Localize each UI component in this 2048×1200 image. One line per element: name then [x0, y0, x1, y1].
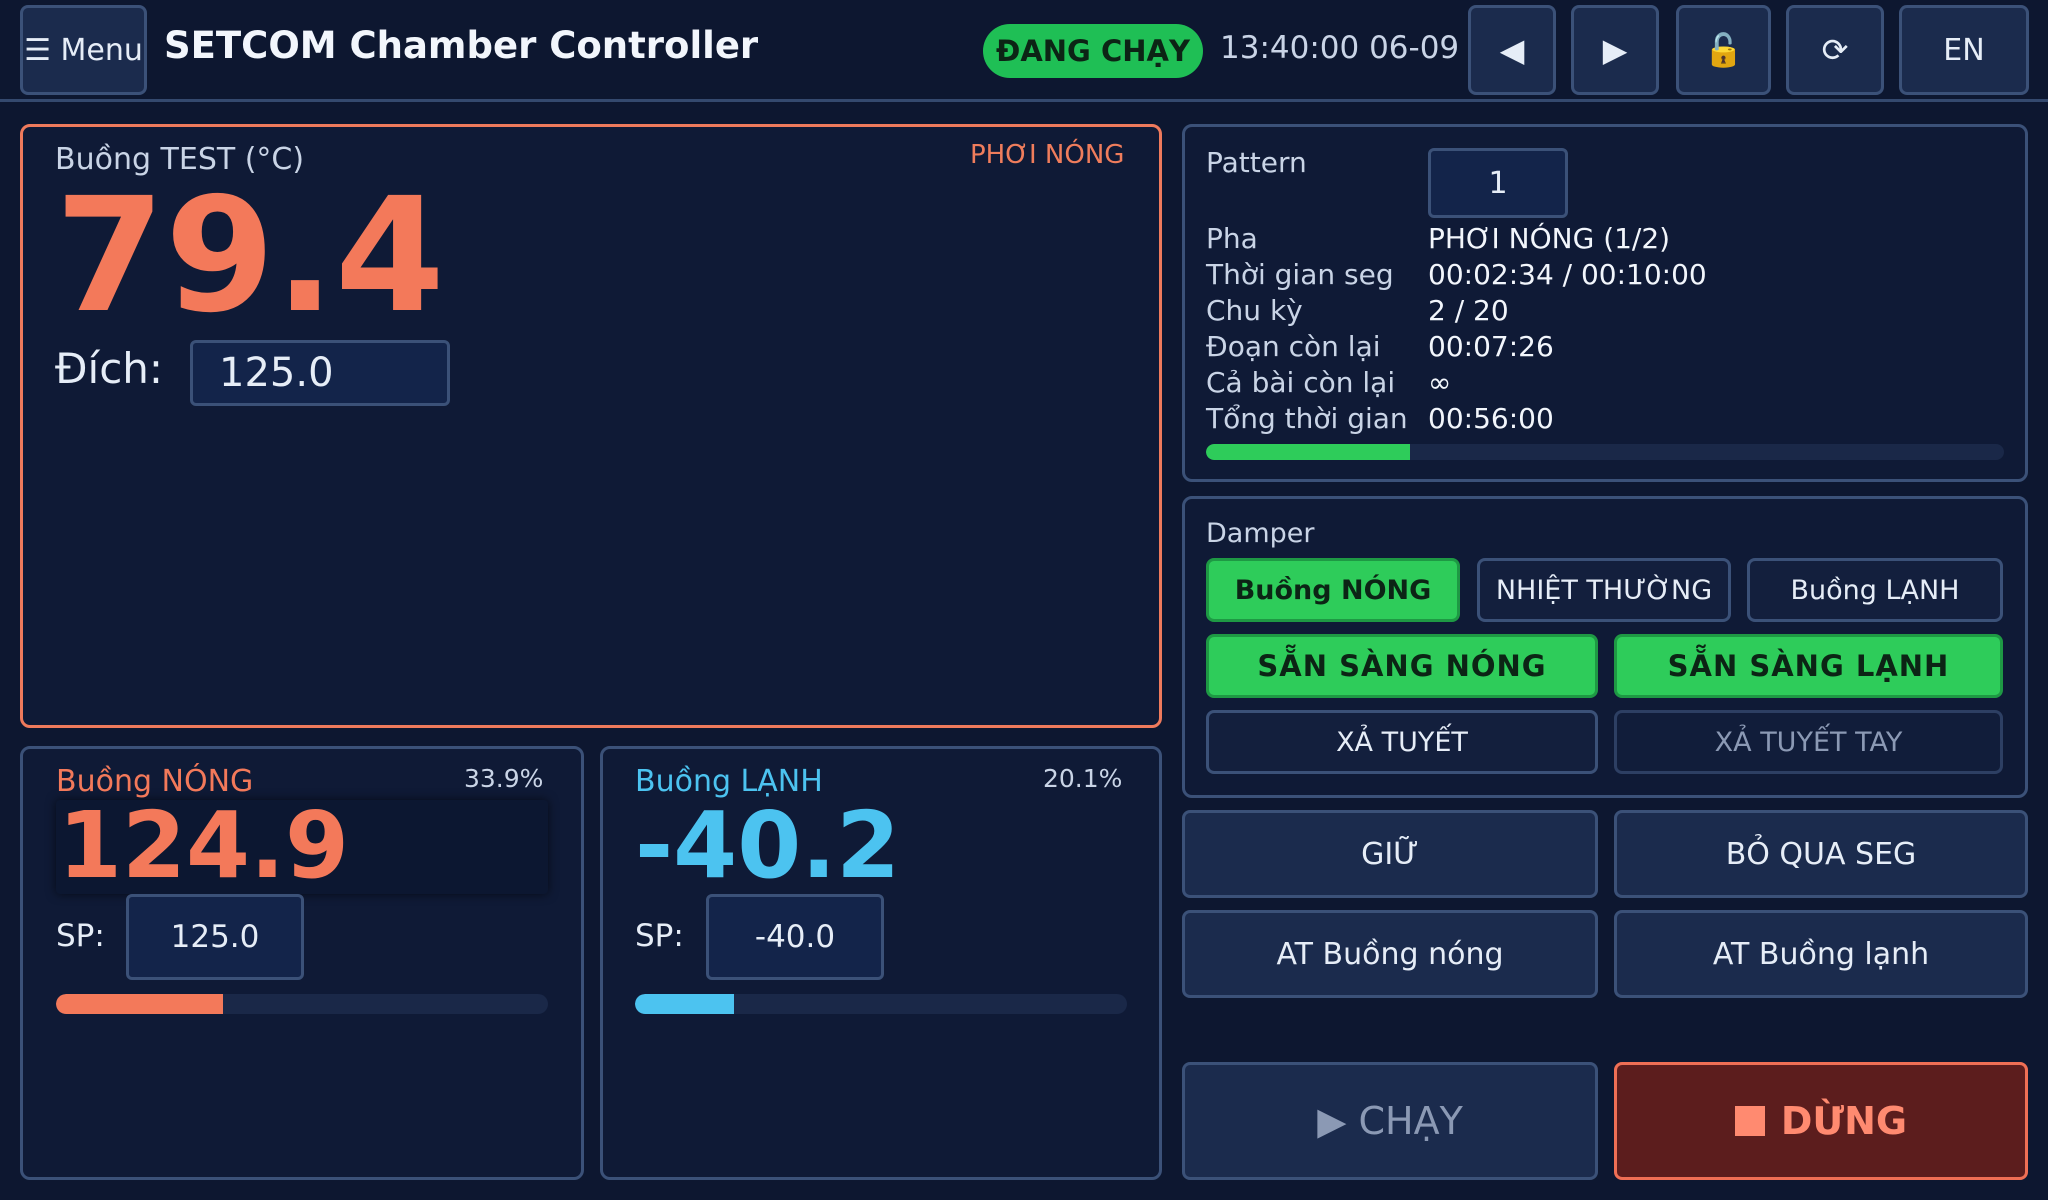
pattern-label: Pattern [1206, 146, 1307, 179]
damper-label: Damper [1206, 518, 1315, 549]
autotune-cold-button[interactable]: AT Buồng lạnh [1614, 910, 2028, 998]
info-key-phase: Pha [1206, 222, 1258, 255]
info-key-seg-time: Thời gian seg [1206, 258, 1394, 291]
info-key-total-time: Tổng thời gian [1206, 402, 1408, 435]
skip-segment-button[interactable]: BỎ QUA SEG [1614, 810, 2028, 898]
info-value-phase: PHƠI NÓNG (1/2) [1428, 222, 1671, 255]
info-value-seg-time: 00:02:34 / 00:10:00 [1428, 258, 1707, 291]
phase-label: PHƠI NÓNG [970, 140, 1125, 170]
cold-chamber-value: -40.2 [635, 792, 901, 899]
unlock-icon: 🔓 [1703, 31, 1744, 69]
info-key-cycle: Chu kỳ [1206, 294, 1303, 327]
ready-cold-button[interactable]: SẴN SÀNG LẠNH [1614, 634, 2003, 698]
refresh-button[interactable]: ⟳ [1786, 5, 1884, 95]
stop-button[interactable]: DỪNG [1614, 1062, 2028, 1180]
language-button[interactable]: EN [1899, 5, 2029, 95]
next-button[interactable]: ▶ [1571, 5, 1659, 95]
triangle-left-icon: ◀ [1499, 31, 1525, 69]
damper-normal-button[interactable]: NHIỆT THƯỜNG [1477, 558, 1731, 622]
hot-sp-label: SP: [56, 918, 105, 954]
stop-square-icon [1734, 1106, 1765, 1136]
pattern-number-field[interactable]: 1 [1428, 148, 1568, 218]
damper-cold-button[interactable]: Buồng LẠNH [1747, 558, 2003, 622]
hot-chamber-value: 124.9 [58, 792, 350, 899]
menu-button[interactable]: ☰ Menu [20, 5, 147, 95]
target-value-field[interactable]: 125.0 [190, 340, 450, 406]
refresh-icon: ⟳ [1821, 31, 1849, 69]
manual-defrost-button[interactable]: XẢ TUYẾT TAY [1614, 710, 2003, 774]
pattern-progress-fill [1206, 444, 1411, 460]
info-value-seg-remaining: 00:07:26 [1428, 330, 1554, 363]
run-button[interactable]: ▶ CHẠY [1182, 1062, 1598, 1180]
autotune-hot-button[interactable]: AT Buồng nóng [1182, 910, 1598, 998]
cold-setpoint-field[interactable]: -40.0 [706, 894, 884, 980]
stop-button-label: DỪNG [1780, 1099, 1908, 1143]
hot-output-bar-fill [56, 994, 223, 1014]
pattern-progress-bar [1206, 444, 2004, 460]
cold-output-bar [635, 994, 1127, 1014]
damper-hot-button[interactable]: Buồng NÓNG [1206, 558, 1460, 622]
prev-button[interactable]: ◀ [1468, 5, 1556, 95]
cold-chamber-percent: 20.1% [1043, 764, 1123, 793]
lock-button[interactable]: 🔓 [1676, 5, 1771, 95]
run-status-badge: ĐANG CHẠY [983, 24, 1203, 78]
ready-hot-button[interactable]: SẴN SÀNG NÓNG [1206, 634, 1598, 698]
info-value-program-remaining: ∞ [1428, 366, 1452, 399]
cold-output-bar-fill [635, 994, 734, 1014]
triangle-right-icon: ▶ [1602, 31, 1628, 69]
info-value-total-time: 00:56:00 [1428, 402, 1554, 435]
info-key-program-remaining: Cả bài còn lại [1206, 366, 1396, 399]
test-temperature-value: 79.4 [55, 164, 445, 348]
clock: 13:40:00 06-09 [1220, 30, 1460, 66]
info-value-cycle: 2 / 20 [1428, 294, 1509, 327]
cold-sp-label: SP: [635, 918, 684, 954]
defrost-button[interactable]: XẢ TUYẾT [1206, 710, 1598, 774]
hold-button[interactable]: GIỮ [1182, 810, 1598, 898]
hot-output-bar [56, 994, 548, 1014]
target-label: Đích: [55, 344, 164, 393]
app-title: SETCOM Chamber Controller [164, 24, 759, 67]
info-key-seg-remaining: Đoạn còn lại [1206, 330, 1381, 363]
hot-chamber-percent: 33.9% [464, 764, 544, 793]
hot-setpoint-field[interactable]: 125.0 [126, 894, 304, 980]
